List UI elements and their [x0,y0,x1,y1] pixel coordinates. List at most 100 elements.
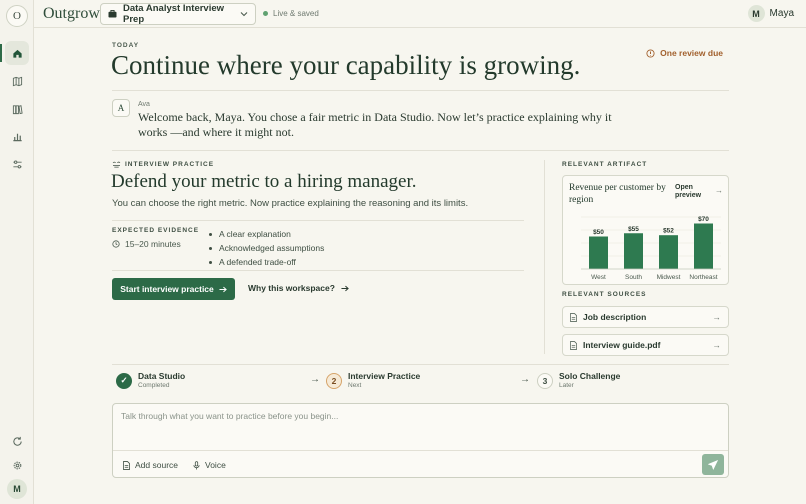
step-status: Later [559,382,574,389]
evidence-list: A clear explanation Acknowledged assumpt… [209,227,324,269]
sliders-icon [12,160,22,168]
rail-avatar[interactable]: M [7,479,27,499]
voice-button[interactable]: Voice [193,460,226,470]
interview-icon [112,161,121,168]
why-workspace-label: Why this workspace? [248,283,335,293]
save-status-text: Live & saved [273,9,319,18]
task-section-label-text: INTERVIEW PRACTICE [125,161,215,168]
duration: 15–20 minutes [112,239,181,249]
map-nav-button[interactable] [5,69,29,93]
evidence-label: EXPECTED EVIDENCE [112,227,200,234]
brand-name: Outgrow [43,5,100,22]
refresh-button[interactable] [5,429,29,453]
step-status: Completed [138,382,170,389]
task-section-label: INTERVIEW PRACTICE [112,161,214,168]
workspace-selector[interactable]: Data Analyst Interview Prep [100,3,256,25]
source-job-description[interactable]: Job description → [562,306,729,328]
status-dot-icon [263,11,268,16]
step-data-studio[interactable]: ✓ Data Studio Completed [116,371,185,390]
settings-nav-button[interactable] [5,152,29,176]
app-logo[interactable]: O [6,5,28,27]
map-icon [12,76,22,86]
arrow-right-icon [341,285,349,291]
chart-category-label: South [625,274,642,281]
divider [112,90,729,91]
coach-avatar: A [112,99,130,117]
artifact-card[interactable]: Revenue per customer by region Open prev… [562,175,729,285]
step-title: Interview Practice [348,371,421,381]
artifact-title: Revenue per customer by region [569,183,666,205]
chart-bar [589,236,608,269]
review-due-link[interactable]: One review due [646,48,723,58]
page-title: Continue where your capability is growin… [111,50,581,80]
divider [112,364,729,365]
chart-category-label: West [591,274,606,281]
divider [112,220,524,221]
step-interview-practice[interactable]: 2 Interview Practice Next [326,371,420,390]
chevron-down-icon [240,12,248,17]
home-nav-button[interactable] [5,41,29,65]
arrow-right-icon: → [310,374,320,385]
divider [112,150,729,151]
add-source-button[interactable]: Add source [123,460,178,470]
left-rail: O M [0,0,34,504]
chart-bar [694,223,713,269]
step-status: Next [348,382,362,389]
message-input[interactable] [113,404,728,451]
start-interview-button[interactable]: Start interview practice [112,278,235,300]
step-text: Solo Challenge Later [559,371,620,390]
evidence-item: A clear explanation [209,227,324,241]
document-icon [123,460,130,470]
active-indicator [0,44,2,62]
arrow-right-icon: → [712,312,722,322]
gear-icon [13,461,21,469]
send-button[interactable] [702,454,724,475]
chart-value-label: $50 [593,229,604,236]
divider [112,270,524,271]
source-interview-guide[interactable]: Interview guide.pdf → [562,334,729,356]
task-title: Defend your metric to a hiring manager. [111,171,417,192]
microphone-icon [193,460,200,469]
review-due-text: One review due [660,48,723,58]
evidence-item: A defended trade-off [209,255,324,269]
chart-value-label: $70 [698,216,709,223]
step-text: Data Studio Completed [138,371,185,390]
column-divider [544,160,545,354]
library-nav-button[interactable] [5,97,29,121]
chart-bar [659,235,678,269]
source-label: Interview guide.pdf [583,340,661,350]
progress-nav-button[interactable] [5,124,29,148]
briefcase-icon [108,10,117,18]
arrow-right-icon: → [520,374,530,385]
step-solo-challenge[interactable]: 3 Solo Challenge Later [537,371,620,390]
clock-icon [112,240,120,248]
user-name: Maya [769,8,794,19]
home-icon [12,49,22,58]
sources-section-label: RELEVANT SOURCES [562,291,647,298]
arrow-right-icon [219,286,227,292]
refresh-icon [12,436,22,446]
arrow-right-icon: → [715,186,723,195]
top-bar: Outgrow Data Analyst Interview Prep Live… [34,0,806,28]
why-workspace-link[interactable]: Why this workspace? [248,283,349,293]
artifact-bar-chart: $50 West $55 South $52 Midwest $70 Northeast [581,216,721,281]
chart-category-label: Northeast [689,274,717,281]
open-preview-link[interactable]: Open preview [675,184,711,200]
library-icon [12,104,23,114]
step-number: 3 [537,372,553,389]
duration-text: 15–20 minutes [125,239,181,249]
alert-circle-icon [646,48,655,58]
step-title: Solo Challenge [559,371,621,381]
chart-bar [624,233,643,269]
save-status: Live & saved [263,9,319,18]
user-avatar: M [747,5,765,22]
chart-category-label: Midwest [657,274,681,281]
step-text: Interview Practice Next [348,371,420,390]
source-label: Job description [583,312,647,322]
arrow-right-icon: → [712,340,722,350]
start-interview-label: Start interview practice [120,284,214,294]
send-icon [708,459,718,470]
preferences-button[interactable] [5,453,29,477]
coach-name: Ava [138,101,150,108]
user-menu[interactable]: M Maya [747,5,794,22]
